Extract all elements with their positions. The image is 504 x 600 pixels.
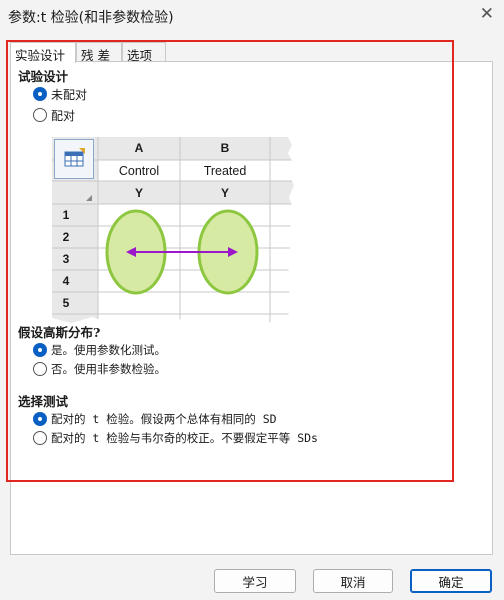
radio-button-checked[interactable]: [33, 343, 47, 357]
cancel-button[interactable]: 取消: [313, 569, 393, 593]
title-bar: 参数:t 检验(和非参数检验) ✕: [0, 0, 504, 32]
column-title-control: Control: [118, 164, 160, 178]
row-number-4: 4: [62, 274, 70, 288]
radio-label-paired: 配对: [51, 108, 76, 123]
radio-button-unchecked[interactable]: [33, 431, 47, 445]
subheader-y-a: Y: [134, 186, 143, 200]
design-heading: 试验设计: [18, 69, 69, 84]
close-icon[interactable]: ✕: [480, 4, 494, 24]
radio-label-unpaired: 未配对: [51, 87, 88, 102]
column-letter-a: A: [134, 141, 144, 155]
radio-gaussian-no[interactable]: 否。使用非参数检验。: [33, 361, 166, 377]
window-title: 参数:t 检验(和非参数检验): [8, 10, 174, 26]
radio-unpaired[interactable]: 未配对: [33, 86, 87, 102]
row-number-2: 2: [62, 230, 70, 244]
radio-button-unchecked[interactable]: [33, 108, 47, 122]
row-number-3: 3: [62, 252, 70, 266]
normality-heading: 假设高斯分布?: [18, 325, 101, 340]
radio-paired[interactable]: 配对: [33, 107, 75, 123]
radio-label-gaussian-no: 否。使用非参数检验。: [51, 362, 166, 376]
radio-label-paired-t-test: 配对的 t 检验。假设两个总体有相同的 SD: [51, 412, 277, 426]
radio-paired-t-test[interactable]: 配对的 t 检验。假设两个总体有相同的 SD: [33, 411, 277, 427]
radio-button-checked[interactable]: [33, 412, 47, 426]
radio-gaussian-yes[interactable]: 是。使用参数化测试。: [33, 342, 166, 358]
radio-button-checked[interactable]: [33, 87, 47, 101]
radio-welch-correction[interactable]: 配对的 t 检验与韦尔奇的校正。不要假定平等 SDs: [33, 430, 318, 446]
subheader-y-b: Y: [220, 186, 229, 200]
column-title-treated: Treated: [203, 164, 247, 178]
data-table-illustration: A B Control Treated Y Y 1 2 3 4 5: [52, 137, 296, 323]
row-number-5: 5: [62, 296, 70, 310]
radio-label-gaussian-yes: 是。使用参数化测试。: [51, 343, 166, 357]
tab-experiment-design[interactable]: 实验设计: [10, 42, 76, 63]
row-number-1: 1: [62, 208, 70, 222]
tab-options[interactable]: 选项: [122, 42, 166, 63]
table-icon[interactable]: [54, 139, 94, 179]
ok-button[interactable]: 确定: [410, 569, 492, 593]
tab-residuals[interactable]: 残差: [76, 42, 122, 63]
radio-button-unchecked[interactable]: [33, 362, 47, 376]
learn-button[interactable]: 学习: [214, 569, 296, 593]
column-letter-b: B: [220, 141, 230, 155]
radio-label-welch-correction: 配对的 t 检验与韦尔奇的校正。不要假定平等 SDs: [51, 431, 318, 445]
test-heading: 选择测试: [18, 394, 69, 409]
